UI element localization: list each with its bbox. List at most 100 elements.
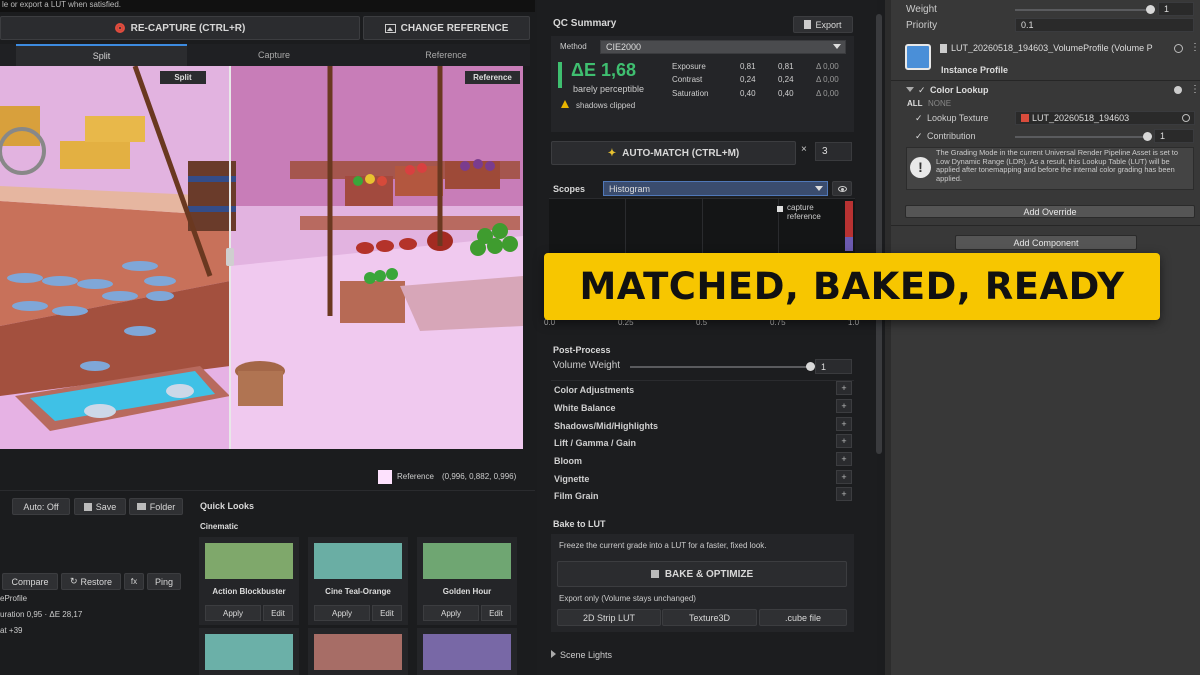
look-card[interactable]	[308, 628, 408, 675]
contribution-slider[interactable]	[1015, 136, 1148, 138]
scene-viewport[interactable]: Split Reference	[0, 66, 523, 449]
override-item[interactable]: Vignette	[554, 474, 589, 484]
override-item[interactable]: Shadows/Mid/Highlights	[554, 421, 658, 431]
add-override-plus-button[interactable]: +	[836, 452, 852, 466]
ping-label: Ping	[154, 576, 173, 587]
look-apply-button[interactable]: Apply	[314, 605, 370, 621]
look-apply-button[interactable]: Apply	[205, 605, 261, 621]
volume-weight-field[interactable]: 1	[815, 359, 852, 374]
contribution-knob[interactable]	[1143, 132, 1152, 141]
legend-reference-label: reference	[787, 212, 821, 221]
profile-more-icon[interactable]: ⋮	[1190, 42, 1200, 53]
weight-label: Weight	[906, 4, 937, 15]
export-cube-button[interactable]: .cube file	[759, 609, 847, 626]
look-card[interactable]	[417, 628, 517, 675]
look-apply-button[interactable]: Apply	[423, 605, 479, 621]
add-component-button[interactable]: Add Component	[955, 235, 1137, 250]
look-name: Golden Hour	[442, 587, 492, 596]
priority-field[interactable]: 0.1	[1015, 18, 1194, 32]
scene-lights-expander[interactable]: Scene Lights	[551, 650, 612, 660]
scopes-mode-select[interactable]: Histogram	[603, 181, 828, 196]
look-card[interactable]	[199, 628, 299, 675]
override-item[interactable]: Bloom	[554, 456, 582, 466]
middle-scrollbar[interactable]	[876, 14, 882, 454]
format-label: Texture3D	[688, 612, 731, 623]
auto-toggle-button[interactable]: Auto: Off	[12, 498, 70, 515]
ping-button[interactable]: Ping	[147, 573, 181, 590]
metric-delta: Δ 0,00	[816, 89, 839, 98]
add-override-plus-button[interactable]: +	[836, 434, 852, 448]
volume-weight-slider[interactable]	[630, 366, 810, 368]
auto-match-button[interactable]: ✦ AUTO-MATCH (CTRL+M)	[551, 141, 796, 165]
look-edit-button[interactable]: Edit	[372, 605, 402, 621]
weight-field[interactable]: 1	[1158, 2, 1194, 16]
histogram-peak-blue	[845, 237, 853, 251]
compare-label: Compare	[11, 576, 49, 587]
fx-button[interactable]: fx	[124, 573, 144, 590]
export-2d-strip-button[interactable]: 2D Strip LUT	[557, 609, 661, 626]
method-select[interactable]: CIE2000	[600, 40, 846, 54]
look-card[interactable]: Cine Teal-Orange Apply Edit	[308, 537, 408, 625]
add-component-label: Add Component	[1013, 237, 1079, 248]
auto-label: Auto: Off	[23, 501, 59, 512]
add-override-button[interactable]: Add Override	[905, 205, 1195, 218]
iterations-field[interactable]: 3	[815, 142, 852, 161]
stats-line-2: at +39	[0, 626, 23, 635]
split-view-label: Split	[160, 71, 206, 84]
look-card[interactable]: Action Blockbuster Apply Edit	[199, 537, 299, 625]
metric-delta: Δ 0,00	[816, 62, 839, 71]
all-toggle[interactable]: ALL	[907, 99, 923, 108]
export-button[interactable]: Export	[793, 16, 853, 33]
folder-button[interactable]: Folder	[129, 498, 183, 515]
save-button[interactable]: Save	[74, 498, 126, 515]
tab-capture[interactable]: Capture	[188, 44, 360, 66]
override-item[interactable]: White Balance	[554, 403, 616, 413]
weight-knob[interactable]	[1146, 5, 1155, 14]
override-item[interactable]: Color Adjustments	[554, 385, 634, 395]
post-process-title: Post-Process	[553, 345, 611, 355]
tab-reference[interactable]: Reference	[360, 44, 532, 66]
eye-toggle-button[interactable]	[832, 181, 852, 196]
profile-picker-icon[interactable]	[1174, 44, 1183, 53]
tab-split[interactable]: Split	[16, 44, 187, 66]
add-override-plus-button[interactable]: +	[836, 487, 852, 501]
split-handle[interactable]	[226, 248, 234, 266]
auto-match-label: AUTO-MATCH (CTRL+M)	[622, 147, 740, 159]
weight-slider[interactable]	[1015, 9, 1153, 11]
look-card[interactable]: Golden Hour Apply Edit	[417, 537, 517, 625]
export-texture3d-button[interactable]: Texture3D	[662, 609, 757, 626]
component-enabled-checkbox[interactable]: ✓	[918, 85, 926, 96]
bake-optimize-button[interactable]: BAKE & OPTIMIZE	[557, 561, 847, 587]
market-scene	[0, 66, 523, 449]
priority-value: 0.1	[1021, 20, 1034, 30]
look-edit-button[interactable]: Edit	[481, 605, 511, 621]
add-override-plus-button[interactable]: +	[836, 470, 852, 484]
contribution-checkbox[interactable]: ✓	[915, 131, 923, 142]
component-foldout-icon[interactable]	[906, 87, 914, 92]
look-name: Action Blockbuster	[212, 587, 286, 596]
contribution-field[interactable]: 1	[1154, 129, 1194, 143]
component-more-icon[interactable]: ⋮	[1190, 84, 1200, 95]
add-override-plus-button[interactable]: +	[836, 399, 852, 413]
compare-button[interactable]: Compare	[2, 573, 58, 590]
help-icon[interactable]	[1174, 86, 1182, 94]
restore-button[interactable]: ↻ Restore	[61, 573, 121, 590]
recapture-button[interactable]: RE-CAPTURE (CTRL+R)	[0, 16, 360, 40]
volume-weight-knob[interactable]	[806, 362, 815, 371]
object-picker-icon[interactable]	[1182, 114, 1190, 122]
image-icon	[384, 23, 396, 33]
override-item[interactable]: Lift / Gamma / Gain	[554, 438, 636, 448]
lookup-texture-checkbox[interactable]: ✓	[915, 113, 923, 124]
add-override-plus-button[interactable]: +	[836, 381, 852, 395]
add-override-plus-button[interactable]: +	[836, 417, 852, 431]
metric-delta: Δ 0,00	[816, 75, 839, 84]
override-item[interactable]: Film Grain	[554, 491, 599, 501]
lookup-texture-field[interactable]: LUT_20260518_194603	[1015, 111, 1195, 125]
none-toggle[interactable]: NONE	[928, 99, 951, 108]
change-reference-button[interactable]: CHANGE REFERENCE	[363, 16, 530, 40]
component-title: Color Lookup	[930, 85, 989, 95]
metric-name: Contrast	[672, 75, 703, 84]
look-edit-button[interactable]: Edit	[263, 605, 293, 621]
viewport-right-pad	[523, 66, 535, 449]
profile-name[interactable]: LUT_20260518_194603_VolumeProfile (Volum…	[951, 43, 1169, 53]
